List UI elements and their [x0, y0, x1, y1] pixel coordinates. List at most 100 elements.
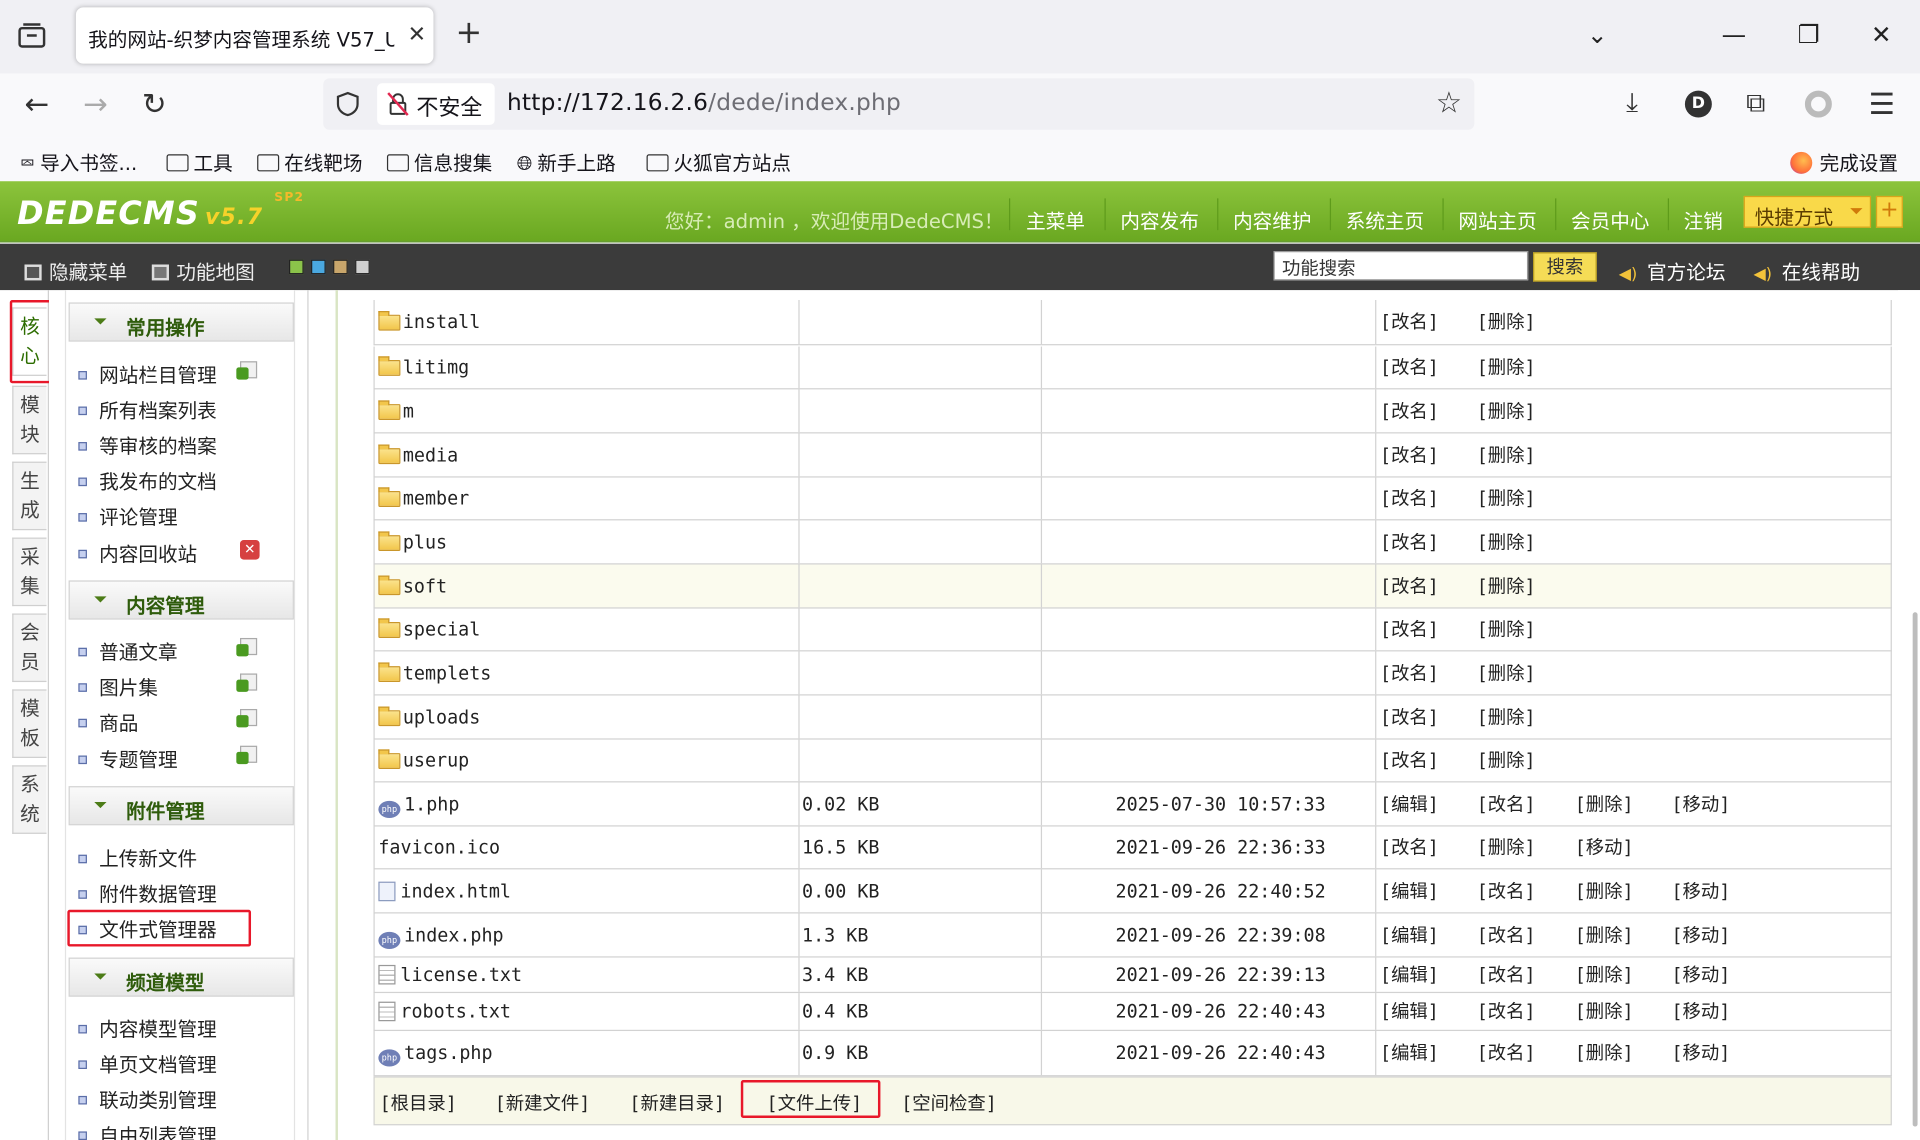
delete-link[interactable]: [删除] [1477, 347, 1536, 390]
menu-group-content[interactable]: 内容管理 [68, 580, 294, 620]
reload-icon[interactable]: ↻ [142, 88, 167, 120]
bookmark-folder-firefox[interactable]: 火狐官方站点 [646, 147, 791, 176]
file-name-link[interactable]: plus [378, 520, 447, 563]
function-search-input[interactable]: 功能搜索 [1273, 251, 1529, 281]
side-tab-member[interactable]: 会员 [12, 613, 47, 683]
top-menu-main[interactable]: 主菜单 [1026, 204, 1085, 233]
bookmark-folder-info[interactable]: 信息搜集 [386, 147, 492, 176]
move-link[interactable]: [移动] [1575, 827, 1634, 870]
hide-menu-button[interactable]: 隐藏菜单 [24, 256, 127, 285]
rename-link[interactable]: [改名] [1477, 869, 1536, 913]
edit-link[interactable]: [编辑] [1380, 1031, 1439, 1076]
rename-link[interactable]: [改名] [1477, 1031, 1536, 1076]
delete-link[interactable]: [删除] [1477, 564, 1536, 608]
side-tab-template[interactable]: 模板 [12, 689, 47, 758]
add-icon[interactable] [236, 673, 258, 692]
close-tab-icon[interactable]: ✕ [408, 22, 426, 48]
delete-link[interactable]: [删除] [1575, 958, 1634, 994]
menu-splitter[interactable] [308, 290, 338, 1140]
top-menu-system-home[interactable]: 系统主页 [1346, 204, 1424, 233]
rename-link[interactable]: [改名] [1380, 478, 1439, 521]
rename-link[interactable]: [改名] [1380, 740, 1439, 783]
add-icon[interactable] [236, 637, 258, 657]
delete-link[interactable]: [删除] [1575, 869, 1634, 913]
theme-gray-swatch[interactable] [355, 259, 370, 275]
new-tab-icon[interactable]: + [456, 17, 483, 49]
side-tab-generate[interactable]: 生成 [12, 461, 47, 531]
security-indicator[interactable]: 不安全 [377, 83, 495, 125]
rename-link[interactable]: [改名] [1380, 609, 1439, 652]
top-menu-logout[interactable]: 注销 [1684, 204, 1723, 233]
file-name-link[interactable]: license.txt [378, 958, 522, 992]
file-name-link[interactable]: litimg [378, 347, 469, 389]
move-link[interactable]: [移动] [1671, 782, 1730, 826]
delete-link[interactable]: [删除] [1477, 609, 1536, 652]
bookmark-star-icon[interactable]: ☆ [1436, 86, 1462, 120]
move-link[interactable]: [移动] [1671, 993, 1730, 1031]
new-file-link[interactable]: [新建文件] [495, 1090, 591, 1116]
menu-item-products[interactable]: 商品 [78, 707, 138, 736]
menu-item-recycle-bin[interactable]: 内容回收站 [78, 538, 197, 567]
bookmark-getting-started[interactable]: 🌐︎ 新手上路 [517, 147, 616, 176]
delete-link[interactable]: [删除] [1575, 993, 1634, 1031]
menu-group-common[interactable]: 常用操作 [68, 302, 294, 342]
file-name-link[interactable]: favicon.ico [378, 827, 500, 869]
downloads-icon[interactable]: ⤓ [1626, 88, 1638, 120]
file-name-link[interactable]: userup [378, 740, 469, 782]
rename-link[interactable]: [改名] [1477, 993, 1536, 1031]
edit-link[interactable]: [编辑] [1380, 782, 1439, 826]
add-icon[interactable] [236, 708, 258, 728]
quick-add-icon[interactable]: + [1875, 195, 1903, 228]
online-help-link[interactable]: ◀) 在线帮助 [1753, 256, 1860, 285]
top-menu-site-home[interactable]: 网站主页 [1458, 204, 1536, 233]
menu-item-my-docs[interactable]: 我发布的文档 [78, 465, 217, 494]
rename-link[interactable]: [改名] [1477, 958, 1536, 994]
rename-link[interactable]: [改名] [1380, 520, 1439, 564]
quick-menu-button[interactable]: 快捷方式 [1743, 195, 1872, 229]
space-check-link[interactable]: [空间检查] [901, 1090, 997, 1116]
move-link[interactable]: [移动] [1671, 1031, 1730, 1076]
rename-link[interactable]: [改名] [1380, 300, 1439, 345]
rename-link[interactable]: [改名] [1380, 651, 1439, 695]
official-forum-link[interactable]: ◀) 官方论坛 [1619, 256, 1726, 285]
bookmark-folder-range[interactable]: 在线靶场 [257, 147, 362, 176]
menu-item-free-lists[interactable]: 自由列表管理 [78, 1119, 217, 1140]
file-name-link[interactable]: templets [378, 651, 491, 694]
browser-tab-active[interactable]: 我的网站-织梦内容管理系统 V57_UTF8_SP2 ✕ [75, 7, 434, 64]
rename-link[interactable]: [改名] [1380, 564, 1439, 608]
url-text[interactable]: http://172.16.2.6/dede/index.php [507, 89, 901, 116]
site-map-button[interactable]: 功能地图 [151, 256, 255, 285]
edit-link[interactable]: [编辑] [1380, 958, 1439, 994]
search-button[interactable]: 搜索 [1533, 252, 1597, 282]
edit-link[interactable]: [编辑] [1380, 913, 1439, 957]
delete-link[interactable]: [删除] [1477, 300, 1536, 345]
tab-list-icon[interactable] [15, 20, 49, 54]
move-link[interactable]: [移动] [1671, 958, 1730, 994]
shield-icon[interactable] [336, 91, 360, 118]
finish-setup[interactable]: 完成设置 [1790, 147, 1898, 176]
delete-link[interactable]: [删除] [1477, 740, 1536, 783]
file-name-link[interactable]: robots.txt [378, 993, 511, 1030]
menu-item-single-pages[interactable]: 单页文档管理 [78, 1048, 217, 1077]
top-menu-publish[interactable]: 内容发布 [1120, 204, 1198, 233]
menu-item-topics[interactable]: 专题管理 [78, 743, 178, 772]
file-name-link[interactable]: index.html [378, 869, 511, 912]
url-bar[interactable]: 不安全 http://172.16.2.6/dede/index.php ☆ [323, 78, 1475, 130]
root-dir-link[interactable]: [根目录] [380, 1090, 457, 1116]
delete-link[interactable]: [删除] [1575, 913, 1634, 957]
delete-link[interactable]: [删除] [1477, 696, 1536, 740]
side-tab-system[interactable]: 系统 [12, 765, 47, 834]
file-name-link[interactable]: special [378, 609, 480, 651]
file-name-link[interactable]: php 1.php [378, 782, 459, 825]
add-icon[interactable] [236, 745, 258, 765]
forward-icon[interactable]: → [83, 88, 108, 120]
menu-item-linked-types[interactable]: 联动类别管理 [78, 1084, 217, 1113]
menu-item-comments[interactable]: 评论管理 [78, 501, 178, 530]
file-name-link[interactable]: m [378, 389, 414, 432]
rename-link[interactable]: [改名] [1380, 827, 1439, 870]
account-avatar[interactable]: D [1684, 90, 1712, 118]
theme-green-swatch[interactable] [288, 259, 304, 275]
back-icon[interactable]: ← [24, 88, 49, 120]
delete-link[interactable]: [删除] [1477, 651, 1536, 695]
app-menu-icon[interactable]: ☰ [1869, 88, 1895, 120]
